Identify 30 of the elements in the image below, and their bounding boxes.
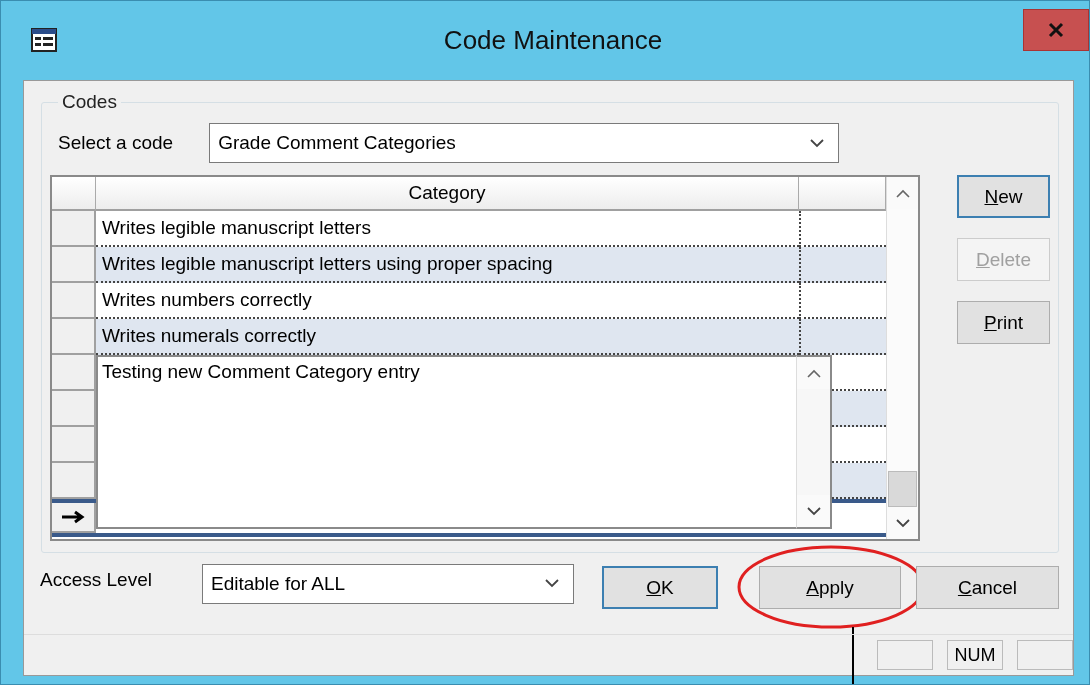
action-button[interactable]: Print xyxy=(957,301,1050,344)
status-panel xyxy=(1017,640,1073,670)
group-label: Codes xyxy=(61,91,118,113)
close-button[interactable] xyxy=(1023,9,1089,51)
chevron-down-icon xyxy=(810,138,825,148)
row-header[interactable] xyxy=(52,503,96,533)
chevron-down-icon xyxy=(806,506,821,516)
form-icon xyxy=(31,28,57,52)
chevron-up-icon xyxy=(895,188,910,198)
table-cell: Writes numerals correctly xyxy=(96,319,799,355)
status-panel: NUM xyxy=(947,640,1003,670)
cell-editor[interactable]: Testing new Comment Category entry xyxy=(96,355,796,529)
field-label: Select a code xyxy=(58,132,174,154)
status-panel xyxy=(877,640,933,670)
close-icon xyxy=(1048,22,1064,38)
dialog-button[interactable]: Apply xyxy=(759,566,901,609)
dialog-button[interactable]: OK xyxy=(602,566,718,609)
field-label: Access Level xyxy=(40,568,153,591)
chevron-down-icon xyxy=(545,579,559,588)
access-level-dropdown[interactable]: Editable for ALL xyxy=(202,563,574,604)
chevron-up-icon xyxy=(806,368,821,378)
code-dropdown[interactable]: Grade Comment Categories xyxy=(209,123,840,163)
leader-line xyxy=(852,626,854,684)
window-title: Code Maintenance xyxy=(443,24,663,56)
chevron-down-icon xyxy=(895,518,910,528)
table-cell: Writes legible manuscript letters using proper spacing xyxy=(96,247,799,283)
scrollbar-thumb[interactable] xyxy=(888,471,917,507)
action-button[interactable]: New xyxy=(957,175,1050,218)
scrollbar[interactable] xyxy=(796,355,832,529)
dialog-button[interactable]: Cancel xyxy=(916,566,1059,609)
